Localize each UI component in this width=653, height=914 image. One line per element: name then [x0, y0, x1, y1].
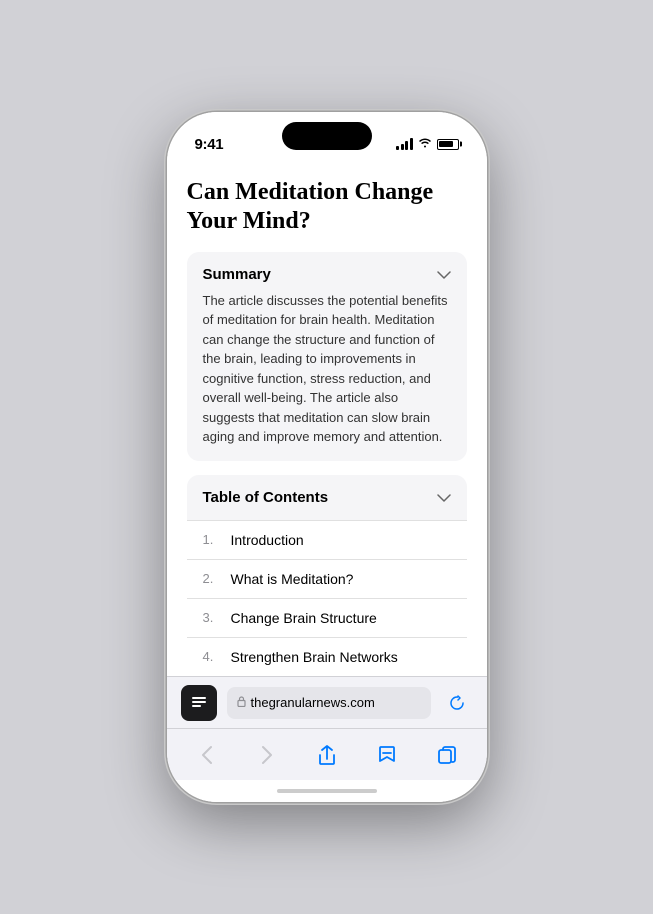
toc-label-1: Introduction: [231, 532, 304, 548]
summary-title: Summary: [203, 266, 271, 283]
summary-card: Summary The article discusses the potent…: [187, 252, 467, 461]
url-text: thegranularnews.com: [251, 695, 375, 710]
address-bar[interactable]: thegranularnews.com: [227, 687, 431, 719]
nav-bar: [167, 728, 487, 780]
signal-icon: [396, 138, 413, 150]
toc-item-3[interactable]: 3. Change Brain Structure: [187, 598, 467, 637]
back-button[interactable]: [185, 733, 229, 777]
home-indicator: [167, 780, 487, 802]
toc-label-3: Change Brain Structure: [231, 610, 377, 626]
summary-chevron-icon[interactable]: [437, 267, 451, 282]
wifi-icon: [418, 137, 432, 151]
toc-number-3: 3.: [203, 610, 225, 625]
phone-screen: 9:41: [167, 112, 487, 802]
forward-button[interactable]: [245, 733, 289, 777]
status-icons: [396, 137, 459, 151]
bookmarks-button[interactable]: [365, 733, 409, 777]
battery-icon: [437, 139, 459, 150]
reader-mode-button[interactable]: [181, 685, 217, 721]
toc-chevron-icon[interactable]: [437, 490, 451, 505]
share-button[interactable]: [305, 733, 349, 777]
home-bar: [277, 789, 377, 793]
dynamic-island: [282, 122, 372, 150]
toc-header[interactable]: Table of Contents: [187, 475, 467, 520]
toc-item-2[interactable]: 2. What is Meditation?: [187, 559, 467, 598]
toc-item-4[interactable]: 4. Strengthen Brain Networks: [187, 637, 467, 676]
toc-title: Table of Contents: [203, 489, 329, 506]
content-area[interactable]: Can Meditation Change Your Mind? Summary…: [167, 162, 487, 676]
reload-button[interactable]: [441, 687, 473, 719]
toc-number-4: 4.: [203, 649, 225, 664]
toc-card: Table of Contents 1. Introduction 2. Wha…: [187, 475, 467, 676]
lock-icon: [237, 696, 246, 710]
summary-header[interactable]: Summary: [203, 266, 451, 283]
article-title: Can Meditation Change Your Mind?: [187, 178, 467, 236]
toc-label-2: What is Meditation?: [231, 571, 354, 587]
toc-label-4: Strengthen Brain Networks: [231, 649, 398, 665]
toc-number-1: 1.: [203, 532, 225, 547]
status-time: 9:41: [195, 136, 224, 153]
tabs-button[interactable]: [425, 733, 469, 777]
summary-text: The article discusses the potential bene…: [203, 291, 451, 447]
toc-item-1[interactable]: 1. Introduction: [187, 520, 467, 559]
toc-number-2: 2.: [203, 571, 225, 586]
status-bar: 9:41: [167, 112, 487, 162]
phone-frame: 9:41: [167, 112, 487, 802]
browser-toolbar: thegranularnews.com: [167, 676, 487, 728]
